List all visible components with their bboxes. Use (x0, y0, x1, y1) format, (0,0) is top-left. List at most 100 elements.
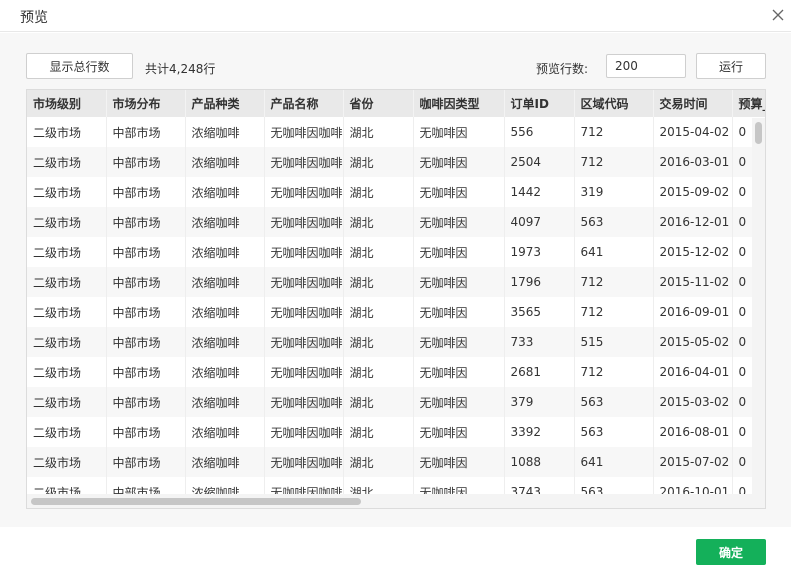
table-cell: 浓缩咖啡 (185, 147, 265, 177)
table-cell: 712 (574, 117, 654, 147)
table-cell: 中部市场 (106, 387, 186, 417)
table-cell: 无咖啡因咖啡 (264, 237, 344, 267)
table-cell: 中部市场 (106, 117, 186, 147)
table-cell: 3565 (504, 297, 575, 327)
column-header[interactable]: 产品名称 (264, 90, 344, 117)
table-cell: 浓缩咖啡 (185, 357, 265, 387)
table-cell: 二级市场 (27, 267, 107, 297)
table-cell: 无咖啡因咖啡 (264, 177, 344, 207)
table-cell: 湖北 (343, 387, 414, 417)
table-row[interactable]: 二级市场 中部市场 浓缩咖啡 无咖啡因咖啡 湖北 无咖啡因 3392 563 2016-08-0… (27, 417, 765, 447)
table-header-row: 市场级别 市场分布 产品种类 产品名称 省份 咖啡因类型 订单ID 区域代码 交易时间 预算_ (27, 90, 765, 117)
table-cell: 二级市场 (27, 207, 107, 237)
column-header[interactable]: 交易时间 (653, 90, 733, 117)
column-header[interactable]: 咖啡因类型 (413, 90, 505, 117)
table-row[interactable]: 二级市场 中部市场 浓缩咖啡 无咖啡因咖啡 湖北 无咖啡因 3565 712 2016-09-0… (27, 297, 765, 327)
table-cell: 湖北 (343, 147, 414, 177)
preview-rows-input[interactable] (606, 54, 686, 78)
table-cell: 379 (504, 387, 575, 417)
close-icon[interactable] (769, 6, 787, 24)
table-cell: 4097 (504, 207, 575, 237)
table-cell: 中部市场 (106, 147, 186, 177)
horizontal-scrollbar[interactable] (27, 494, 765, 508)
table-cell: 无咖啡因 (413, 387, 505, 417)
table-cell: 无咖啡因咖啡 (264, 447, 344, 477)
preview-rows-label: 预览行数: (536, 62, 589, 76)
table-cell: 无咖啡因 (413, 267, 505, 297)
show-total-rows-button[interactable]: 显示总行数 (26, 53, 133, 79)
table-row[interactable]: 二级市场 中部市场 浓缩咖啡 无咖啡因咖啡 湖北 无咖啡因 1973 641 2015-12-0… (27, 237, 765, 267)
table-cell: 712 (574, 267, 654, 297)
table-cell: 浓缩咖啡 (185, 177, 265, 207)
column-header[interactable]: 区域代码 (574, 90, 654, 117)
table-cell: 563 (574, 417, 654, 447)
table-cell: 无咖啡因 (413, 357, 505, 387)
table-cell: 中部市场 (106, 447, 186, 477)
vertical-scrollbar[interactable] (752, 118, 765, 494)
table-cell: 二级市场 (27, 387, 107, 417)
table-cell: 3392 (504, 417, 575, 447)
table-cell: 1973 (504, 237, 575, 267)
table-cell: 浓缩咖啡 (185, 117, 265, 147)
table-cell: 湖北 (343, 417, 414, 447)
column-header[interactable]: 预算_ (732, 90, 765, 117)
table-row[interactable]: 二级市场 中部市场 浓缩咖啡 无咖啡因咖啡 湖北 无咖啡因 4097 563 2016-12-0… (27, 207, 765, 237)
table-cell: 712 (574, 147, 654, 177)
table-row[interactable]: 二级市场 中部市场 浓缩咖啡 无咖啡因咖啡 湖北 无咖啡因 733 515 2015-05-02… (27, 327, 765, 357)
table-row[interactable]: 二级市场 中部市场 浓缩咖啡 无咖啡因咖啡 湖北 无咖啡因 379 563 2015-03-02… (27, 387, 765, 417)
table-cell: 无咖啡因咖啡 (264, 297, 344, 327)
column-header[interactable]: 订单ID (504, 90, 575, 117)
table-cell: 无咖啡因咖啡 (264, 267, 344, 297)
table-row[interactable]: 二级市场 中部市场 浓缩咖啡 无咖啡因咖啡 湖北 无咖啡因 1796 712 2015-11-0… (27, 267, 765, 297)
dialog-titlebar: 预览 (0, 0, 791, 32)
table-cell: 无咖啡因 (413, 237, 505, 267)
horizontal-scroll-thumb[interactable] (31, 498, 361, 505)
preview-table-container[interactable]: 市场级别 市场分布 产品种类 产品名称 省份 咖啡因类型 订单ID 区域代码 交易时间 预算_ 二… (26, 89, 766, 509)
table-cell: 浓缩咖啡 (185, 297, 265, 327)
table-cell: 712 (574, 357, 654, 387)
table-row[interactable]: 二级市场 中部市场 浓缩咖啡 无咖啡因咖啡 湖北 无咖啡因 2504 712 2016-03-0… (27, 147, 765, 177)
vertical-scroll-thumb[interactable] (755, 122, 762, 144)
table-cell: 二级市场 (27, 327, 107, 357)
table-cell: 2015-12-02 (653, 237, 733, 267)
table-cell: 641 (574, 237, 654, 267)
table-cell: 湖北 (343, 117, 414, 147)
table-cell: 湖北 (343, 297, 414, 327)
table-cell: 浓缩咖啡 (185, 417, 265, 447)
table-cell: 2016-08-01 (653, 417, 733, 447)
table-cell: 2015-09-02 (653, 177, 733, 207)
table-row[interactable]: 二级市场 中部市场 浓缩咖啡 无咖啡因咖啡 湖北 无咖啡因 1442 319 2015-09-0… (27, 177, 765, 207)
table-cell: 无咖啡因 (413, 207, 505, 237)
table-cell: 二级市场 (27, 297, 107, 327)
table-cell: 无咖啡因 (413, 327, 505, 357)
table-cell: 515 (574, 327, 654, 357)
table-cell: 2015-11-02 (653, 267, 733, 297)
table-row[interactable]: 二级市场 中部市场 浓缩咖啡 无咖啡因咖啡 湖北 无咖啡因 2681 712 2016-04-0… (27, 357, 765, 387)
column-header[interactable]: 市场级别 (27, 90, 107, 117)
column-header[interactable]: 产品种类 (185, 90, 265, 117)
table-cell: 无咖啡因 (413, 447, 505, 477)
table-cell: 湖北 (343, 447, 414, 477)
column-header[interactable]: 市场分布 (106, 90, 186, 117)
table-cell: 2016-09-01 (653, 297, 733, 327)
table-cell: 中部市场 (106, 237, 186, 267)
table-cell: 二级市场 (27, 417, 107, 447)
table-cell: 1088 (504, 447, 575, 477)
table-cell: 二级市场 (27, 177, 107, 207)
run-button[interactable]: 运行 (696, 53, 766, 79)
table-cell: 563 (574, 207, 654, 237)
table-cell: 2016-03-01 (653, 147, 733, 177)
table-cell: 2015-03-02 (653, 387, 733, 417)
table-cell: 无咖啡因咖啡 (264, 357, 344, 387)
table-cell: 湖北 (343, 237, 414, 267)
table-row[interactable]: 二级市场 中部市场 浓缩咖啡 无咖啡因咖啡 湖北 无咖啡因 556 712 2015-04-02… (27, 117, 765, 147)
table-cell: 无咖啡因 (413, 147, 505, 177)
table-cell: 中部市场 (106, 417, 186, 447)
table-cell: 湖北 (343, 327, 414, 357)
table-cell: 二级市场 (27, 357, 107, 387)
confirm-button[interactable]: 确定 (696, 539, 766, 565)
table-row[interactable]: 二级市场 中部市场 浓缩咖啡 无咖啡因咖啡 湖北 无咖啡因 1088 641 2015-07-0… (27, 447, 765, 477)
table-cell: 无咖啡因 (413, 177, 505, 207)
table-cell: 1442 (504, 177, 575, 207)
column-header[interactable]: 省份 (343, 90, 414, 117)
